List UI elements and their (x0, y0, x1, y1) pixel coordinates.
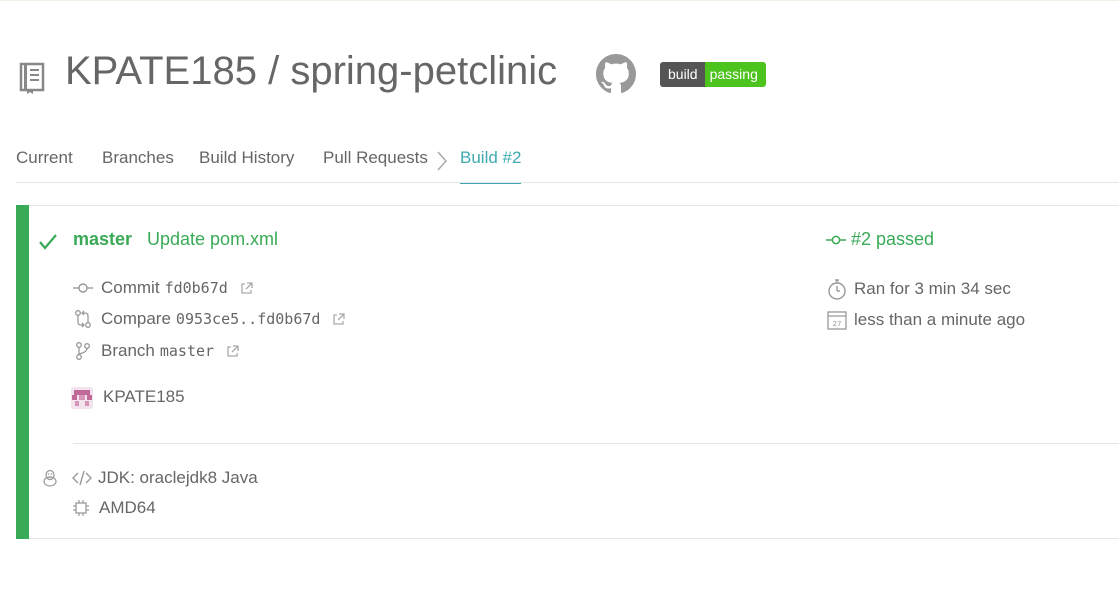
calendar-icon: 27 (827, 311, 847, 330)
commit-message: Update pom.xml (147, 229, 279, 249)
section-divider (73, 443, 1119, 444)
tab-current[interactable]: Current (16, 148, 73, 168)
commit-label: Commit (101, 278, 160, 297)
branch-value-link[interactable]: master (160, 342, 214, 360)
tab-pull-requests[interactable]: Pull Requests (323, 148, 428, 168)
build-status[interactable]: #2 passed (826, 229, 934, 250)
jdk-row: JDK: oraclejdk8 Java (41, 467, 258, 489)
tab-branches[interactable]: Branches (102, 148, 174, 168)
avatar (71, 387, 93, 409)
arch-row: AMD64 (72, 497, 156, 519)
duration-text: Ran for 3 min 34 sec (854, 279, 1011, 298)
arch-text: AMD64 (99, 498, 156, 517)
external-link-icon[interactable] (226, 344, 239, 358)
build-status-badge[interactable]: build passing (660, 62, 766, 87)
branch-label: Branch (101, 341, 155, 360)
compare-row: Compare 0953ce5..fd0b67d (73, 308, 346, 330)
compare-range-link[interactable]: 0953ce5..fd0b67d (176, 310, 321, 328)
jdk-text: JDK: oraclejdk8 Java (98, 468, 258, 487)
commit-sha-link[interactable]: fd0b67d (165, 279, 228, 297)
branch-row: Branch master (73, 340, 239, 362)
build-summary-card: master Update pom.xml Commit fd0b67d Com… (16, 205, 1119, 539)
repo-owner[interactable]: KPATE185 (65, 49, 257, 93)
linux-icon (43, 469, 57, 487)
tab-build-2[interactable]: Build #2 (460, 148, 522, 184)
github-icon[interactable] (596, 54, 636, 94)
commit-row: Commit fd0b67d (73, 277, 253, 299)
check-icon (39, 234, 57, 250)
author-name: KPATE185 (103, 387, 185, 406)
tabs-divider (16, 182, 1119, 183)
build-branch-link[interactable]: master (73, 229, 132, 250)
build-status-text: #2 passed (851, 229, 935, 249)
code-icon (72, 470, 92, 486)
chevron-right-icon (437, 151, 448, 171)
status-stripe (16, 205, 29, 539)
compare-label: Compare (101, 309, 171, 328)
compare-icon (75, 310, 91, 328)
finished-text: less than a minute ago (854, 310, 1026, 329)
commit-icon (73, 283, 93, 293)
external-link-icon[interactable] (240, 281, 253, 295)
branch-icon (76, 342, 90, 360)
calendar-day: 27 (833, 320, 842, 328)
finished-row: 27 less than a minute ago (826, 308, 1025, 332)
stopwatch-icon (828, 279, 846, 300)
repo-icon (19, 62, 45, 94)
external-link-icon[interactable] (332, 312, 346, 326)
badge-label: build (660, 62, 705, 87)
repo-name[interactable]: spring-petclinic (290, 49, 557, 93)
commit-icon (826, 235, 846, 244)
repo-title[interactable]: KPATE185 / spring-petclinic (65, 49, 557, 94)
tab-build-history[interactable]: Build History (199, 148, 294, 168)
build-tabs: Current Branches Build History Pull Requ… (16, 148, 1119, 184)
cpu-icon (73, 500, 89, 516)
badge-status: passing (704, 62, 766, 87)
duration-row: Ran for 3 min 34 sec (826, 277, 1011, 301)
top-border (0, 0, 1119, 1)
repo-separator: / (268, 49, 280, 93)
